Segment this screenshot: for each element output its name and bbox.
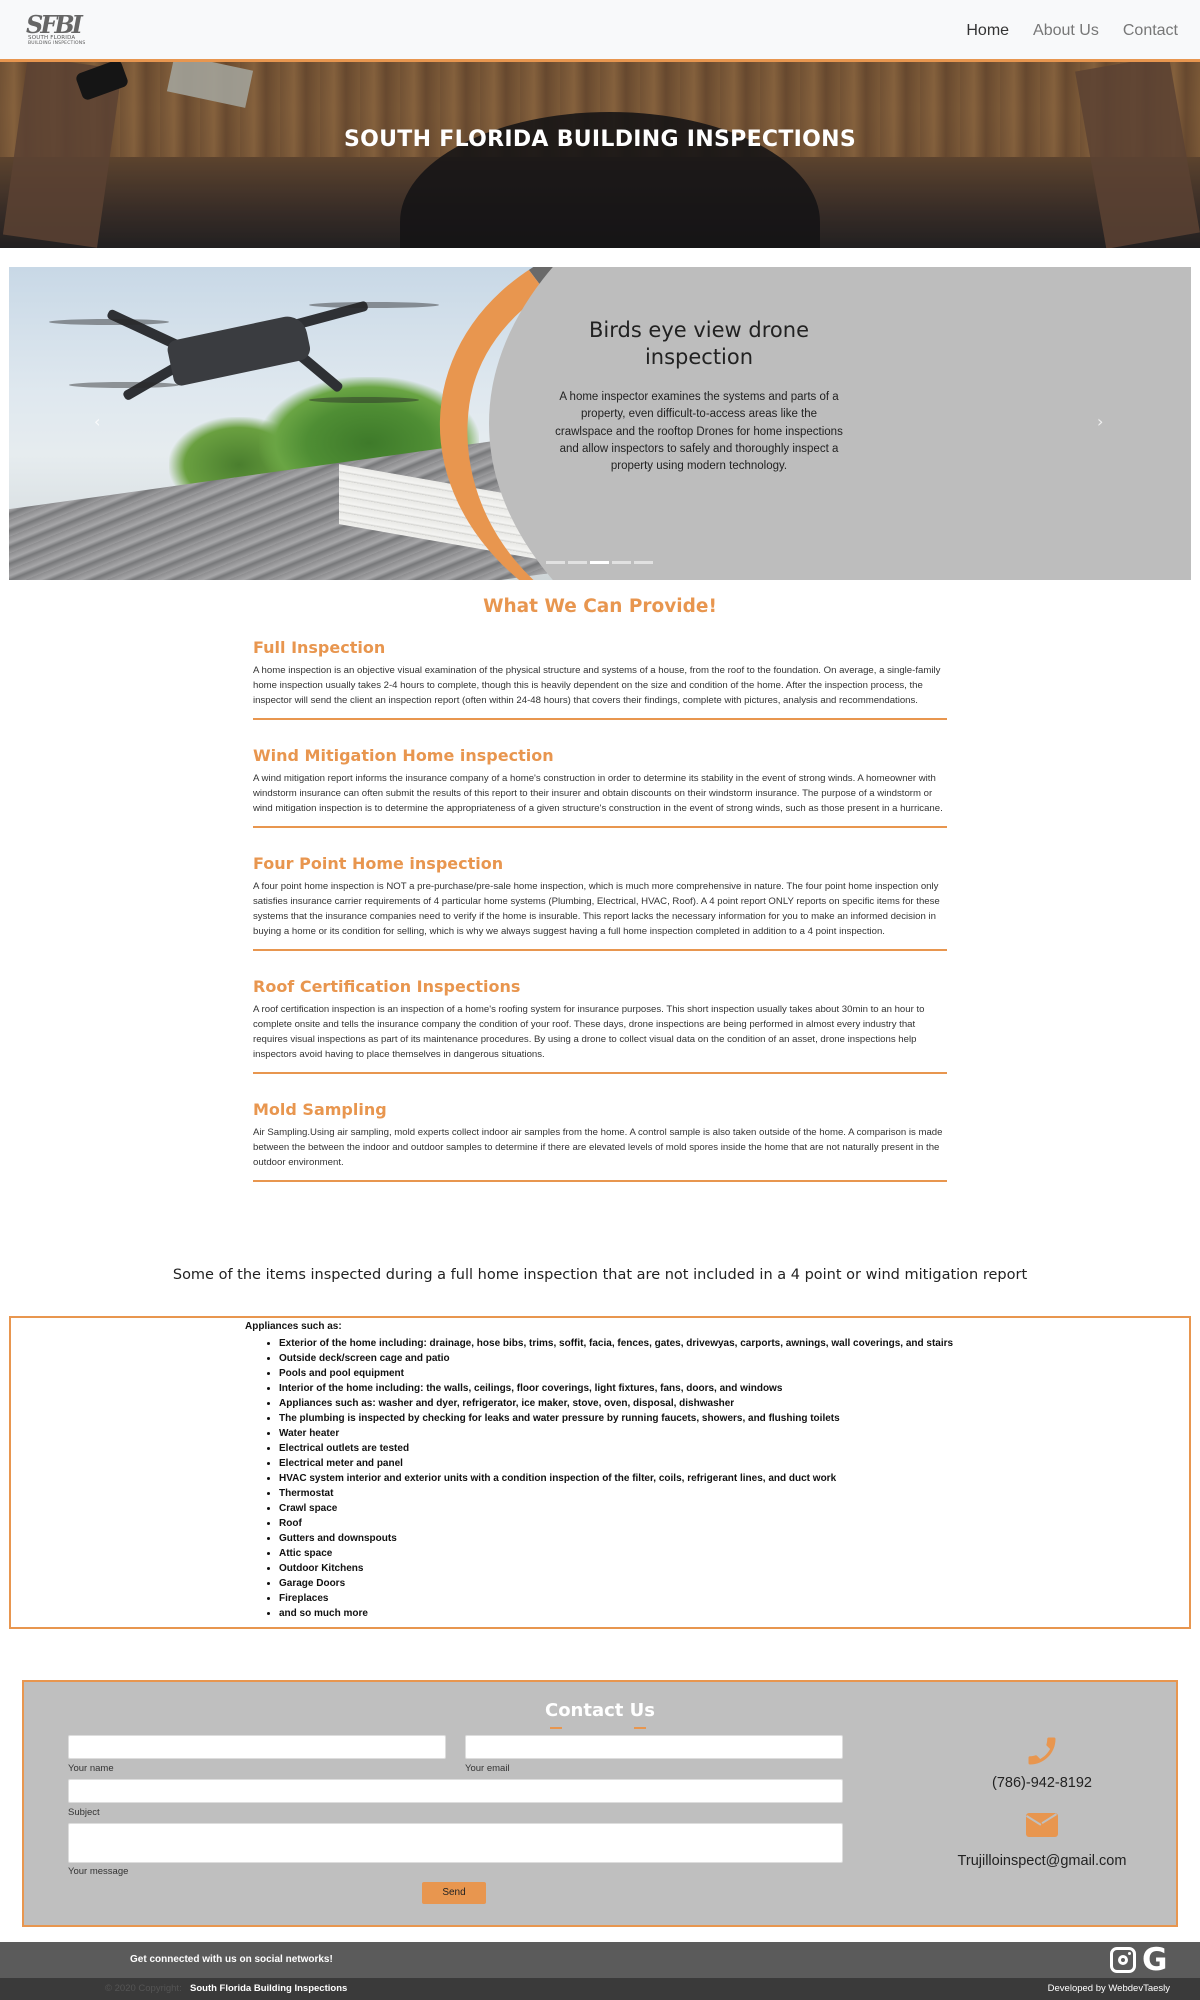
services-list: Full Inspection A home inspection is an …: [253, 638, 947, 1182]
name-label: Your name: [68, 1763, 114, 1774]
hero-overlay: [0, 62, 1200, 248]
services-title: What We Can Provide!: [483, 596, 717, 617]
list-item: Outside deck/screen cage and patio: [279, 1351, 953, 1366]
email-field[interactable]: [465, 1735, 843, 1759]
list-item: Garage Doors: [279, 1576, 953, 1591]
list-item: Attic space: [279, 1546, 953, 1561]
list-item: Thermostat: [279, 1486, 953, 1501]
nav-about[interactable]: About Us: [1025, 20, 1107, 42]
inspected-items-list: Exterior of the home including: drainage…: [279, 1336, 953, 1621]
service-title: Wind Mitigation Home inspection: [253, 746, 554, 765]
email-address[interactable]: Trujilloinspect@gmail.com: [924, 1853, 1160, 1869]
carousel-indicator[interactable]: [612, 561, 631, 564]
email-label: Your email: [465, 1763, 510, 1774]
service-title: Four Point Home inspection: [253, 854, 504, 873]
list-item: The plumbing is inspected by checking fo…: [279, 1411, 953, 1426]
inspected-items-heading: Some of the items inspected during a ful…: [172, 1267, 1028, 1283]
list-item: Fireplaces: [279, 1591, 953, 1606]
service-item: Four Point Home inspection A four point …: [253, 854, 947, 951]
phone-number[interactable]: (786)-942-8192: [924, 1775, 1160, 1791]
list-item: HVAC system interior and exterior units …: [279, 1471, 953, 1486]
drone-propeller: [49, 319, 169, 325]
drone-propeller: [309, 397, 419, 403]
send-button[interactable]: Send: [422, 1882, 486, 1904]
message-field[interactable]: [68, 1823, 843, 1863]
social-bar: Get connected with us on social networks…: [0, 1942, 1200, 1978]
service-item: Mold Sampling Air Sampling.Using air sam…: [253, 1100, 947, 1182]
instagram-icon[interactable]: [1110, 1947, 1136, 1973]
nav-links: Home About Us Contact: [950, 20, 1186, 42]
copyright-prefix: © 2020 Copyright:: [105, 1983, 182, 1994]
nav-contact[interactable]: Contact: [1115, 20, 1186, 42]
drone-propeller: [309, 302, 439, 308]
copyright-bar: © 2020 Copyright: South Florida Building…: [0, 1978, 1200, 2000]
list-item: Crawl space: [279, 1501, 953, 1516]
logo[interactable]: SFBI SOUTH FLORIDA BUILDING INSPECTIONS: [26, 10, 94, 48]
carousel-prev-icon[interactable]: ‹: [94, 412, 100, 431]
logo-line-2: BUILDING INSPECTIONS: [28, 41, 86, 46]
list-item: Electrical outlets are tested: [279, 1441, 953, 1456]
instagram-icon-dot: [1128, 1952, 1131, 1955]
navbar: SFBI SOUTH FLORIDA BUILDING INSPECTIONS …: [0, 0, 1200, 62]
copyright-link[interactable]: South Florida Building Inspections: [190, 1983, 347, 1994]
contact-title: Contact Us: [24, 1700, 1176, 1729]
drone-propeller: [69, 382, 179, 388]
list-item: Electrical meter and panel: [279, 1456, 953, 1471]
inspected-items-label: Appliances such as:: [245, 1321, 342, 1332]
contact-title-text: Contact Us: [544, 1700, 655, 1721]
contact-section: Contact Us Your name Your email Subject …: [22, 1680, 1178, 1927]
service-description: A home inspection is an objective visual…: [253, 665, 941, 706]
message-label: Your message: [68, 1866, 129, 1877]
hero-title: SOUTH FLORIDA BUILDING INSPECTIONS: [343, 127, 857, 152]
list-item: Gutters and downspouts: [279, 1531, 953, 1546]
carousel-indicator[interactable]: [568, 561, 587, 564]
carousel-caption: Birds eye view drone inspection A home i…: [554, 317, 844, 475]
developer-credit: Developed by WebdevTaesly: [1047, 1983, 1170, 1994]
subject-field[interactable]: [68, 1779, 843, 1803]
list-item: Roof: [279, 1516, 953, 1531]
service-description: Air Sampling.Using air sampling, mold ex…: [253, 1127, 943, 1168]
phone-icon: [1028, 1737, 1056, 1765]
list-item: Interior of the home including: the wall…: [279, 1381, 953, 1396]
service-description: A wind mitigation report informs the ins…: [253, 773, 943, 814]
carousel-title: Birds eye view drone inspection: [588, 318, 809, 369]
service-item: Wind Mitigation Home inspection A wind m…: [253, 746, 947, 828]
service-item: Full Inspection A home inspection is an …: [253, 638, 947, 720]
carousel-indicator[interactable]: [634, 561, 653, 564]
service-description: A four point home inspection is NOT a pr…: [253, 881, 940, 937]
service-title: Mold Sampling: [253, 1100, 387, 1119]
divider: [253, 1180, 947, 1182]
divider: [253, 1072, 947, 1074]
carousel-indicators: [546, 561, 653, 564]
list-item: Pools and pool equipment: [279, 1366, 953, 1381]
list-item: Outdoor Kitchens: [279, 1561, 953, 1576]
title-underline: [634, 1727, 646, 1729]
list-item: Appliances such as: washer and dyer, ref…: [279, 1396, 953, 1411]
nav-home[interactable]: Home: [958, 20, 1017, 42]
divider: [253, 949, 947, 951]
service-title: Roof Certification Inspections: [253, 977, 521, 996]
service-title: Full Inspection: [253, 638, 386, 657]
title-underline: [550, 1727, 562, 1729]
carousel-indicator[interactable]: [590, 561, 609, 564]
name-field[interactable]: [68, 1735, 446, 1759]
subject-label: Subject: [68, 1807, 100, 1818]
list-item: and so much more: [279, 1606, 953, 1621]
google-icon[interactable]: G: [1142, 1943, 1167, 1977]
drone-body: [165, 312, 313, 388]
inspected-items-box: Appliances such as: Exterior of the home…: [9, 1316, 1191, 1629]
service-description: A roof certification inspection is an in…: [253, 1004, 925, 1060]
carousel-indicator[interactable]: [546, 561, 565, 564]
list-item: Exterior of the home including: drainage…: [279, 1336, 953, 1351]
hero-banner: SOUTH FLORIDA BUILDING INSPECTIONS: [0, 62, 1200, 248]
service-item: Roof Certification Inspections A roof ce…: [253, 977, 947, 1074]
carousel-text: A home inspector examines the systems an…: [555, 391, 843, 473]
social-text: Get connected with us on social networks…: [130, 1954, 333, 1965]
divider: [253, 826, 947, 828]
list-item: Water heater: [279, 1426, 953, 1441]
carousel[interactable]: Birds eye view drone inspection A home i…: [9, 267, 1191, 580]
divider: [253, 718, 947, 720]
carousel-next-icon[interactable]: ›: [1097, 412, 1103, 431]
